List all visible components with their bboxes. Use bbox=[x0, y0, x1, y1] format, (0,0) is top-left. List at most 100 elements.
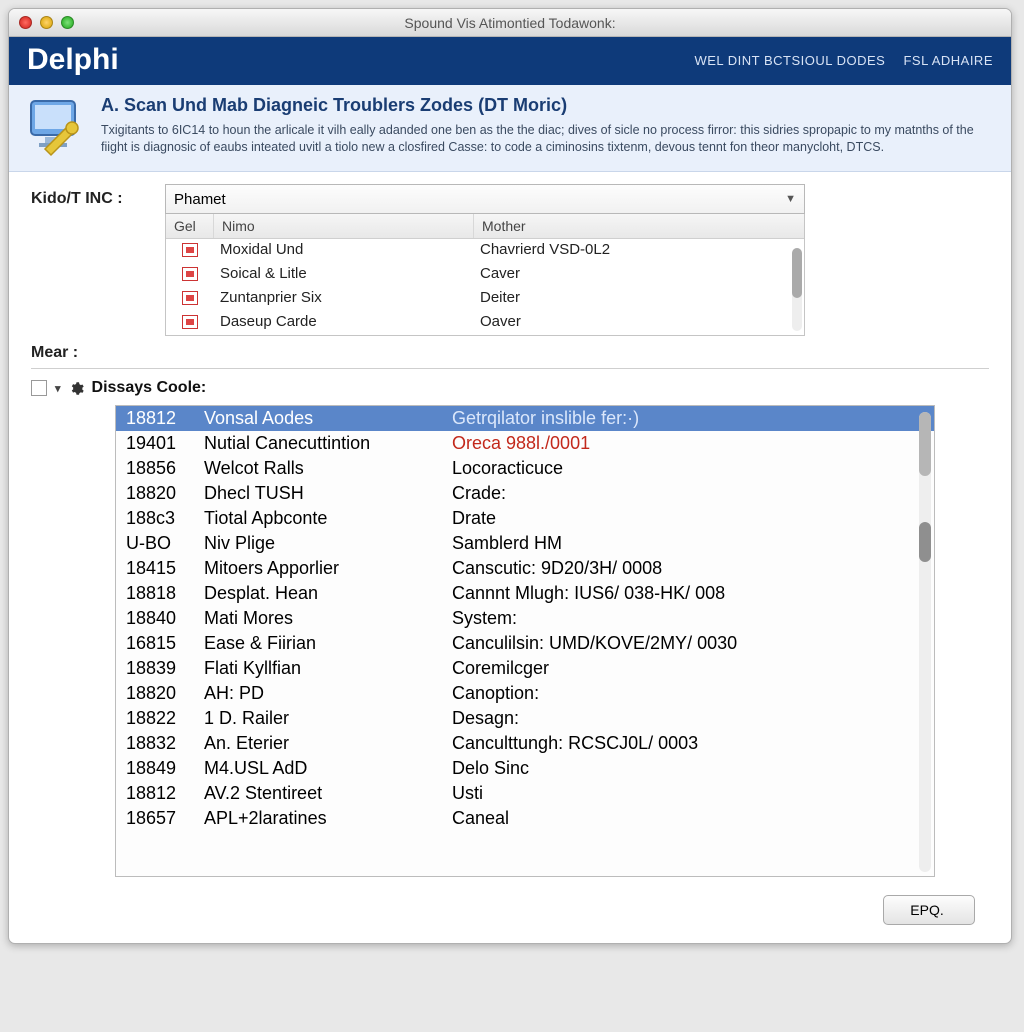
row-name: Zuntanprier Six bbox=[214, 289, 474, 309]
col-mother: Mother bbox=[474, 214, 804, 238]
col-gel: Gel bbox=[166, 214, 214, 238]
code-id: 18415 bbox=[126, 558, 204, 579]
code-id: 18832 bbox=[126, 733, 204, 754]
code-desc: System: bbox=[452, 608, 924, 629]
epq-button[interactable]: EPQ. bbox=[883, 895, 975, 925]
row-card-icon bbox=[166, 289, 214, 309]
brand-bar: Delphi WEL DINT BCTSIOUL DODES FSL ADHAI… bbox=[9, 37, 1011, 85]
nav-link-2[interactable]: FSL ADHAIRE bbox=[903, 53, 993, 68]
code-row[interactable]: 18849M4.USL AdDDelo Sinc bbox=[116, 756, 934, 781]
code-id: 18812 bbox=[126, 783, 204, 804]
code-name: AV.2 Stentireet bbox=[204, 783, 452, 804]
codes-scrollbar-thumb[interactable] bbox=[919, 412, 931, 476]
codes-body[interactable]: 18812Vonsal AodesGetrqilator inslible fe… bbox=[116, 406, 934, 876]
dissays-label: Dissays Coole: bbox=[92, 379, 207, 397]
row-mother: Deiter bbox=[474, 289, 804, 309]
select-wrap: Phamet ▼ Gel Nimo Mother Moxidal UndChav… bbox=[165, 184, 989, 336]
mini-table-row[interactable]: Moxidal UndChavrierd VSD-0L2 bbox=[166, 239, 804, 263]
window-title: Spound Vis Atimontied Todawonk: bbox=[9, 15, 1011, 31]
code-row[interactable]: 18820Dhecl TUSHCrade: bbox=[116, 481, 934, 506]
code-id: 18822 bbox=[126, 708, 204, 729]
code-id: 18812 bbox=[126, 408, 204, 429]
code-id: 18849 bbox=[126, 758, 204, 779]
code-id: 18856 bbox=[126, 458, 204, 479]
code-desc: Crade: bbox=[452, 483, 924, 504]
code-row[interactable]: 18818Desplat. HeanCannnt Mlugh: IUS6/ 03… bbox=[116, 581, 934, 606]
mini-table-row[interactable]: Daseup CardeOaver bbox=[166, 311, 804, 335]
select-control[interactable]: Phamet ▼ bbox=[165, 184, 805, 214]
code-row[interactable]: U-BONiv PligeSamblerd HM bbox=[116, 531, 934, 556]
code-name: Welcot Ralls bbox=[204, 458, 452, 479]
nav-link-1[interactable]: WEL DINT BCTSIOUL DODES bbox=[694, 53, 885, 68]
code-row[interactable]: 16815Ease & FiirianCanculilsin: UMD/KOVE… bbox=[116, 631, 934, 656]
row-card-icon bbox=[166, 265, 214, 285]
monitor-wrench-icon bbox=[25, 95, 87, 157]
code-row[interactable]: 18812Vonsal AodesGetrqilator inslible fe… bbox=[116, 406, 934, 431]
code-name: Niv Plige bbox=[204, 533, 452, 554]
codes-scrollbar-thumb-2[interactable] bbox=[919, 522, 931, 562]
disclosure-icon[interactable]: ▾ bbox=[55, 382, 61, 395]
code-row[interactable]: 19401Nutial CanecuttintionOreca 988l./00… bbox=[116, 431, 934, 456]
code-name: Ease & Fiirian bbox=[204, 633, 452, 654]
mini-scrollbar[interactable] bbox=[792, 248, 802, 331]
code-desc: Caneal bbox=[452, 808, 924, 829]
code-desc: Canscutic: 9D20/3H/ 0008 bbox=[452, 558, 924, 579]
mini-table-row[interactable]: Zuntanprier SixDeiter bbox=[166, 287, 804, 311]
row-mother: Chavrierd VSD-0L2 bbox=[474, 241, 804, 261]
row-name: Daseup Carde bbox=[214, 313, 474, 333]
mini-table-row[interactable]: Soical & LitleCaver bbox=[166, 263, 804, 287]
codes-scrollbar[interactable] bbox=[919, 412, 931, 872]
app-window: Spound Vis Atimontied Todawonk: Delphi W… bbox=[8, 8, 1012, 944]
code-desc: Delo Sinc bbox=[452, 758, 924, 779]
code-row[interactable]: 18840Mati MoresSystem: bbox=[116, 606, 934, 631]
info-text: A. Scan Und Mab Diagneic Troublers Zodes… bbox=[101, 95, 995, 157]
checkbox[interactable] bbox=[31, 380, 47, 396]
code-row[interactable]: 18415Mitoers ApporlierCanscutic: 9D20/3H… bbox=[116, 556, 934, 581]
code-desc: Usti bbox=[452, 783, 924, 804]
mini-scrollbar-thumb[interactable] bbox=[792, 248, 802, 298]
divider bbox=[31, 368, 989, 369]
code-id: 18820 bbox=[126, 683, 204, 704]
code-desc: Getrqilator inslible fer:·) bbox=[452, 408, 924, 429]
code-name: Dhecl TUSH bbox=[204, 483, 452, 504]
select-row: Kido/T INC : Phamet ▼ Gel Nimo Mother Mo… bbox=[31, 184, 989, 336]
code-desc: Canoption: bbox=[452, 683, 924, 704]
code-id: 18820 bbox=[126, 483, 204, 504]
code-desc: Oreca 988l./0001 bbox=[452, 433, 924, 454]
code-id: U-BO bbox=[126, 533, 204, 554]
row-mother: Oaver bbox=[474, 313, 804, 333]
code-name: Nutial Canecuttintion bbox=[204, 433, 452, 454]
mini-table-head: Gel Nimo Mother bbox=[166, 214, 804, 239]
code-row[interactable]: 18820AH: PDCanoption: bbox=[116, 681, 934, 706]
code-id: 19401 bbox=[126, 433, 204, 454]
row-name: Moxidal Und bbox=[214, 241, 474, 261]
code-row[interactable]: 18839Flati KyllfianCoremilcger bbox=[116, 656, 934, 681]
code-name: M4.USL AdD bbox=[204, 758, 452, 779]
main-section: Kido/T INC : Phamet ▼ Gel Nimo Mother Mo… bbox=[9, 172, 1011, 881]
code-name: Desplat. Hean bbox=[204, 583, 452, 604]
code-name: Mitoers Apporlier bbox=[204, 558, 452, 579]
gear-icon[interactable] bbox=[69, 381, 84, 396]
info-body: Txigitants to 6IC14 to houn the arlicale… bbox=[101, 122, 995, 156]
row-card-icon bbox=[166, 313, 214, 333]
code-name: Mati Mores bbox=[204, 608, 452, 629]
code-row[interactable]: 18832An. EterierCanculttungh: RCSCJ0L/ 0… bbox=[116, 731, 934, 756]
epq-button-label: EPQ. bbox=[910, 902, 943, 918]
codes-listbox: 18812Vonsal AodesGetrqilator inslible fe… bbox=[115, 405, 935, 877]
chevron-down-icon: ▼ bbox=[785, 193, 796, 205]
code-row[interactable]: 188221 D. RailerDesagn: bbox=[116, 706, 934, 731]
mini-table: Gel Nimo Mother Moxidal UndChavrierd VSD… bbox=[165, 214, 805, 336]
code-id: 18839 bbox=[126, 658, 204, 679]
code-id: 18657 bbox=[126, 808, 204, 829]
code-row[interactable]: 18856Welcot RallsLocoracticuce bbox=[116, 456, 934, 481]
brand-nav: WEL DINT BCTSIOUL DODES FSL ADHAIRE bbox=[680, 53, 993, 68]
code-row[interactable]: 18812AV.2 StentireetUsti bbox=[116, 781, 934, 806]
code-row[interactable]: 18657APL+2laratinesCaneal bbox=[116, 806, 934, 831]
code-row[interactable]: 188c3Tiotal ApbconteDrate bbox=[116, 506, 934, 531]
code-desc: Cannnt Mlugh: IUS6/ 038-HK/ 008 bbox=[452, 583, 924, 604]
code-id: 16815 bbox=[126, 633, 204, 654]
info-heading: A. Scan Und Mab Diagneic Troublers Zodes… bbox=[101, 95, 995, 116]
info-banner: A. Scan Und Mab Diagneic Troublers Zodes… bbox=[9, 85, 1011, 172]
titlebar: Spound Vis Atimontied Todawonk: bbox=[9, 9, 1011, 37]
select-label: Kido/T INC : bbox=[31, 184, 151, 208]
